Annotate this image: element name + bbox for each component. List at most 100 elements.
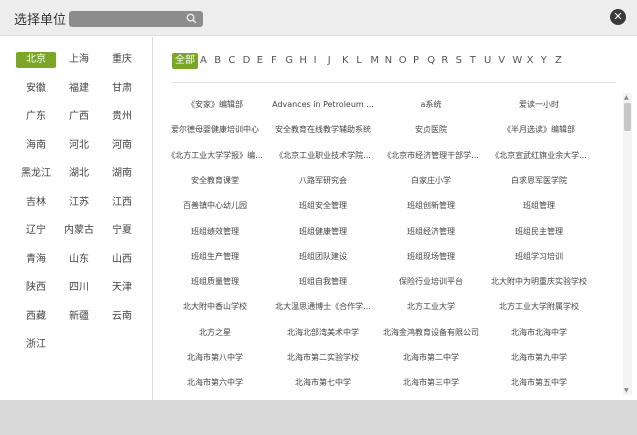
unit-item[interactable]: 班组健康管理 [268, 225, 378, 239]
letter-filter[interactable]: F [271, 53, 277, 69]
province-item[interactable]: 陕西 [16, 280, 56, 296]
province-item[interactable]: 吉林 [16, 195, 56, 211]
letter-filter[interactable]: P [413, 53, 419, 69]
province-item[interactable]: 贵州 [102, 109, 142, 125]
letter-filter[interactable]: N [385, 53, 392, 69]
province-item[interactable]: 江西 [102, 195, 142, 211]
unit-item[interactable]: 北大温思通博士《合作学... [268, 300, 378, 314]
province-item[interactable]: 辽宁 [16, 223, 56, 239]
province-item[interactable]: 河南 [102, 138, 142, 154]
unit-item[interactable]: 北海市第三中学 [376, 376, 486, 390]
unit-item[interactable]: 北海北部湾美术中学 [268, 326, 378, 340]
province-item[interactable]: 重庆 [102, 52, 142, 68]
province-item[interactable]: 湖南 [102, 166, 142, 182]
unit-item[interactable]: 八路军研究会 [268, 174, 378, 188]
unit-item[interactable]: 班组团队建设 [268, 250, 378, 264]
unit-item[interactable]: 《北京市经济管理干部学... [376, 149, 486, 163]
province-item[interactable]: 广西 [59, 109, 99, 125]
unit-item[interactable]: 北大附中香山学校 [160, 300, 270, 314]
unit-item[interactable]: 班组民主管理 [484, 225, 594, 239]
unit-item[interactable]: 北海市第五中学 [484, 376, 594, 390]
letter-filter[interactable]: J [328, 53, 331, 69]
unit-item[interactable]: 《半月选读》编辑部 [484, 123, 594, 137]
unit-item[interactable]: 爱读一小时 [484, 98, 594, 112]
unit-item[interactable]: 班组质量管理 [160, 275, 270, 289]
unit-item[interactable]: 班组自我管理 [268, 275, 378, 289]
province-item[interactable]: 安徽 [16, 81, 56, 97]
unit-item[interactable]: 北方之星 [160, 326, 270, 340]
scroll-down-icon[interactable]: ▼ [624, 387, 629, 394]
search-input[interactable] [69, 11, 203, 27]
letter-filter[interactable]: S [456, 53, 462, 69]
province-item[interactable]: 山西 [102, 252, 142, 268]
province-item[interactable]: 浙江 [16, 337, 56, 353]
letter-filter[interactable]: Z [555, 53, 562, 69]
close-button[interactable]: ✕ [610, 9, 626, 25]
scrollbar[interactable]: ▲ ▼ [623, 93, 632, 395]
unit-item[interactable]: 白家庄小学 [376, 174, 486, 188]
province-item[interactable]: 广东 [16, 109, 56, 125]
unit-item[interactable]: 班组生产管理 [160, 250, 270, 264]
unit-item[interactable]: 爱尔德母婴健康培训中心 [160, 123, 270, 137]
letter-filter[interactable]: O [399, 53, 407, 69]
province-item[interactable]: 海南 [16, 138, 56, 154]
letter-filter[interactable]: V [498, 53, 505, 69]
unit-item[interactable]: 班组管理 [484, 199, 594, 213]
province-item[interactable]: 天津 [102, 280, 142, 296]
unit-item[interactable]: 北海金鸿教育设备有限公司 [376, 326, 486, 340]
unit-item[interactable]: 北海市第九中学 [484, 351, 594, 365]
unit-item[interactable]: 安全教育在线教学辅助系统 [268, 123, 378, 137]
unit-item[interactable]: 北海市第七中学 [268, 376, 378, 390]
unit-item[interactable]: 班组经济管理 [376, 225, 486, 239]
letter-filter[interactable]: I [314, 53, 317, 69]
letter-filter[interactable]: Y [541, 53, 547, 69]
letter-filter[interactable]: Q [427, 53, 435, 69]
unit-item[interactable]: 安全教育课堂 [160, 174, 270, 188]
letter-filter[interactable]: G [285, 53, 293, 69]
unit-item[interactable]: 北方工业大学 [376, 300, 486, 314]
letter-filter[interactable]: M [370, 53, 379, 69]
unit-item[interactable]: 北海市北海中学 [484, 326, 594, 340]
province-item[interactable]: 福建 [59, 81, 99, 97]
unit-item[interactable]: 班组绩效管理 [160, 225, 270, 239]
unit-item[interactable]: 《北方工业大学学报》编... [160, 149, 270, 163]
unit-item[interactable]: 北海市第八中学 [160, 351, 270, 365]
unit-item[interactable]: 北海市第二中学 [376, 351, 486, 365]
unit-item[interactable]: 《安家》编辑部 [160, 98, 270, 112]
province-item[interactable]: 青海 [16, 252, 56, 268]
unit-item[interactable]: 保险行业培训平台 [376, 275, 486, 289]
province-item[interactable]: 云南 [102, 309, 142, 325]
province-item[interactable]: 四川 [59, 280, 99, 296]
letter-filter[interactable]: L [356, 53, 362, 69]
unit-item[interactable]: 白求恩军医学院 [484, 174, 594, 188]
unit-item[interactable]: 北海市第六中学 [160, 376, 270, 390]
letter-filter[interactable]: B [214, 53, 221, 69]
unit-item[interactable]: 北大附中为明重庆实验学校 [484, 275, 594, 289]
search-icon[interactable] [186, 13, 197, 24]
province-item[interactable]: 河北 [59, 138, 99, 154]
province-item[interactable]: 西藏 [16, 309, 56, 325]
letter-filter[interactable]: 全部 [172, 53, 198, 69]
unit-item[interactable]: 百善镇中心幼儿园 [160, 199, 270, 213]
letter-filter[interactable]: K [342, 53, 349, 69]
province-item[interactable]: 新疆 [59, 309, 99, 325]
letter-filter[interactable]: X [527, 53, 534, 69]
unit-item[interactable]: a系统 [376, 98, 486, 112]
province-item[interactable]: 江苏 [59, 195, 99, 211]
unit-item[interactable]: 班组现场管理 [376, 250, 486, 264]
letter-filter[interactable]: C [228, 53, 235, 69]
province-item[interactable]: 湖北 [59, 166, 99, 182]
province-item[interactable]: 上海 [59, 52, 99, 68]
unit-item[interactable]: 安贞医院 [376, 123, 486, 137]
letter-filter[interactable]: T [470, 53, 476, 69]
letter-filter[interactable]: W [512, 53, 522, 69]
letter-filter[interactable]: R [441, 53, 448, 69]
letter-filter[interactable]: H [299, 53, 307, 69]
unit-item[interactable]: Advances in Petroleum ... [268, 98, 378, 112]
province-item[interactable]: 宁夏 [102, 223, 142, 239]
unit-item[interactable]: 班组安全管理 [268, 199, 378, 213]
scroll-thumb[interactable] [624, 103, 631, 131]
province-item[interactable]: 山东 [59, 252, 99, 268]
province-item[interactable]: 内蒙古 [59, 223, 99, 239]
letter-filter[interactable]: A [200, 53, 207, 69]
